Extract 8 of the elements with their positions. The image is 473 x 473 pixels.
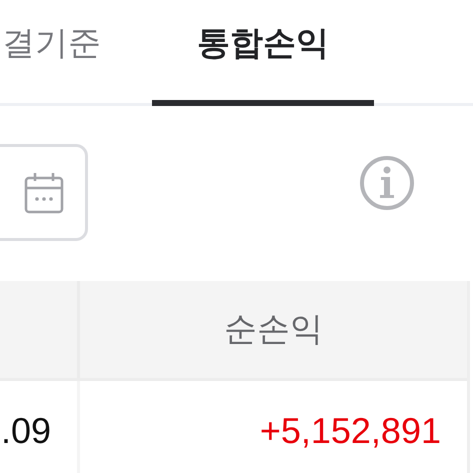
tab[interactable]: 결기준 bbox=[0, 0, 152, 106]
info-icon[interactable] bbox=[359, 155, 415, 211]
tab[interactable]: 통합손익 bbox=[152, 0, 374, 106]
date-button[interactable] bbox=[0, 144, 88, 241]
column-header: 순손익 bbox=[223, 308, 324, 350]
calendar-icon bbox=[24, 172, 64, 214]
net-profit-value: +5,152,891 bbox=[260, 410, 441, 452]
table-cell: .09 bbox=[0, 381, 80, 473]
